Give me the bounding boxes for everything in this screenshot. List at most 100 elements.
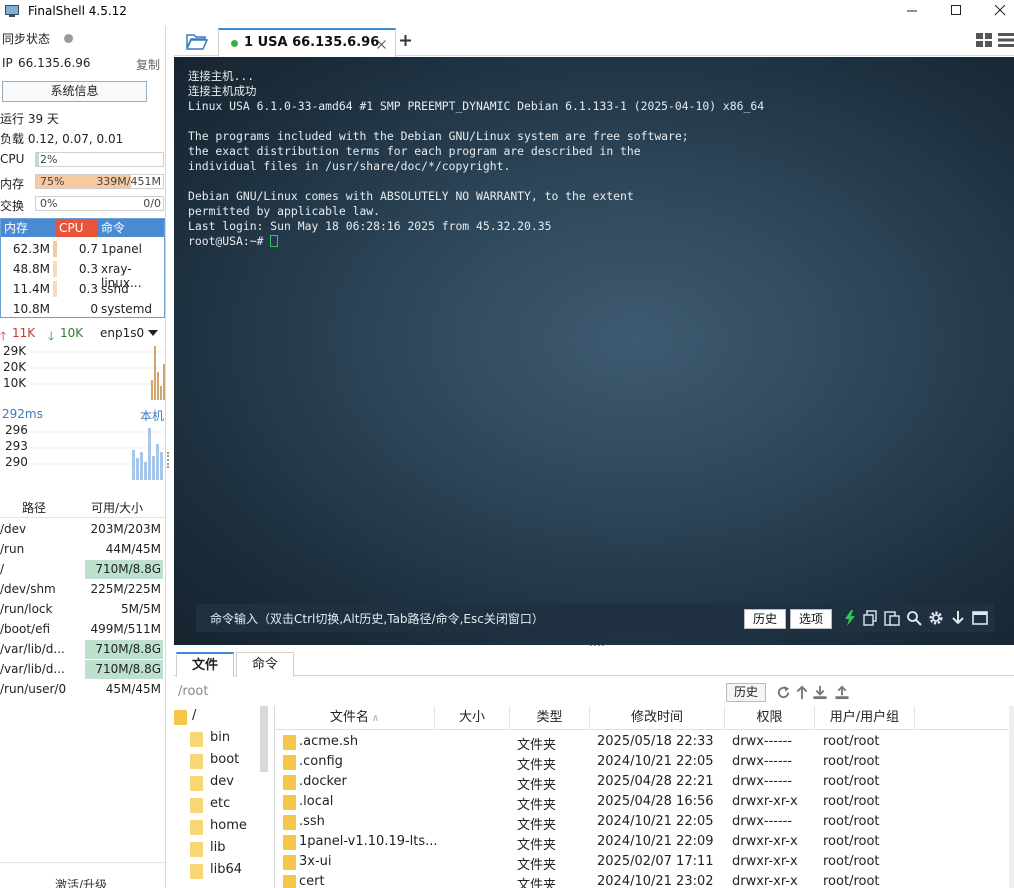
process-cmd-header[interactable]: 命令: [98, 219, 164, 237]
terminal-line: 连接主机...: [188, 69, 255, 83]
path-history-button[interactable]: 历史: [726, 683, 766, 702]
terminal-line: Linux USA 6.1.0-33-amd64 #1 SMP PREEMPT_…: [188, 99, 765, 113]
tree-item[interactable]: dev: [190, 774, 264, 794]
process-row[interactable]: 11.4M 0.3 sshd: [1, 279, 164, 299]
list-view-icon[interactable]: [998, 33, 1014, 47]
options-button[interactable]: 选项: [790, 609, 832, 629]
disk-row[interactable]: /var/lib/d... 710M/8.8G: [0, 640, 165, 660]
disk-row[interactable]: /run 44M/45M: [0, 540, 165, 560]
disk-row[interactable]: /dev/shm 225M/225M: [0, 580, 165, 600]
tree-item[interactable]: /: [174, 708, 264, 728]
column-filename[interactable]: 文件名 ∧: [275, 706, 435, 730]
tree-scrollbar[interactable]: [260, 706, 268, 772]
process-mem: 11.4M: [12, 282, 50, 296]
tab-commands[interactable]: 命令: [236, 652, 294, 677]
process-cpu: 0.3: [78, 282, 98, 296]
file-type: 文件夹: [517, 738, 557, 753]
file-type: 文件夹: [517, 878, 557, 888]
process-row[interactable]: 10.8M 0 systemd: [1, 299, 164, 319]
add-tab-icon[interactable]: [400, 35, 411, 46]
column-type[interactable]: 类型: [510, 706, 590, 730]
file-type: 文件夹: [517, 798, 557, 813]
parent-dir-icon[interactable]: [796, 685, 808, 700]
disk-size: 710M/8.8G: [85, 640, 163, 659]
file-row[interactable]: cert 文件夹 2024/10/21 23:02 drwxr-xr-x roo…: [275, 872, 915, 888]
lightning-icon[interactable]: [842, 610, 858, 626]
tree-item[interactable]: lib64: [190, 862, 264, 882]
latency-tick: 293: [5, 439, 28, 453]
file-row[interactable]: .config 文件夹 2024/10/21 22:05 drwx------ …: [275, 752, 915, 773]
copy-ip-link[interactable]: 复制: [136, 56, 160, 73]
disk-row[interactable]: /dev 203M/203M: [0, 520, 165, 540]
process-row[interactable]: 48.8M 0.3 xray-linux...: [1, 259, 164, 290]
mem-usage-value: 339M/451M: [96, 175, 161, 188]
file-row[interactable]: .docker 文件夹 2025/04/28 22:21 drwx------ …: [275, 772, 915, 793]
tree-item[interactable]: boot: [190, 752, 264, 772]
column-modified[interactable]: 修改时间: [590, 706, 725, 730]
maximize-button[interactable]: [934, 0, 978, 20]
folder-icon: [174, 710, 187, 725]
tree-item[interactable]: bin: [190, 730, 264, 750]
upload-icon[interactable]: [834, 685, 850, 700]
disk-path: /boot/efi: [0, 622, 51, 636]
disk-size: 225M/225M: [90, 582, 161, 596]
file-row[interactable]: .acme.sh 文件夹 2025/05/18 22:33 drwx------…: [275, 732, 915, 753]
terminal-panel[interactable]: 连接主机... 连接主机成功 Linux USA 6.1.0-33-amd64 #1…: [174, 57, 1014, 645]
grid-view-icon[interactable]: [976, 33, 992, 47]
tree-item[interactable]: home: [190, 818, 264, 838]
disk-row[interactable]: /boot/efi 499M/511M: [0, 620, 165, 640]
download-icon[interactable]: [812, 685, 828, 700]
command-input-bar[interactable]: 命令输入（双击Ctrl切换,Alt历史,Tab路径/命令,Esc关闭窗口） 历史…: [196, 604, 994, 632]
disk-row[interactable]: /run/lock 5M/5M: [0, 600, 165, 620]
history-button[interactable]: 历史: [744, 609, 786, 629]
disk-row[interactable]: /run/user/0 45M/45M: [0, 680, 165, 700]
window-icon[interactable]: [972, 610, 988, 626]
refresh-icon[interactable]: [776, 685, 791, 700]
disk-row[interactable]: / 710M/8.8G: [0, 560, 165, 580]
network-interface-select[interactable]: enp1s0: [100, 326, 144, 340]
process-cpu-bar: [53, 281, 57, 297]
minimize-button[interactable]: [890, 0, 934, 20]
system-info-button[interactable]: 系统信息: [2, 81, 147, 102]
splitter-handle[interactable]: [167, 452, 169, 468]
column-permission[interactable]: 权限: [725, 706, 815, 730]
file-name: .docker: [299, 774, 347, 789]
paste-icon[interactable]: [884, 610, 900, 626]
copy-icon[interactable]: [862, 610, 878, 626]
file-owner: root/root: [823, 834, 880, 849]
process-mem-header[interactable]: 内存: [1, 219, 56, 237]
chevron-down-icon[interactable]: [148, 330, 158, 338]
arrow-down-icon[interactable]: [950, 610, 966, 626]
column-size[interactable]: 大小: [435, 706, 510, 730]
file-row[interactable]: 3x-ui 文件夹 2025/02/07 17:11 drwxr-xr-x ro…: [275, 852, 915, 873]
disk-size-header[interactable]: 可用/大小: [91, 499, 143, 516]
tree-item-label: boot: [210, 752, 240, 767]
activate-upgrade-link[interactable]: 激活/升级: [55, 876, 107, 888]
file-owner: root/root: [823, 754, 880, 769]
tree-item[interactable]: etc: [190, 796, 264, 816]
tab-files[interactable]: 文件: [176, 652, 234, 677]
close-tab-icon[interactable]: [377, 40, 386, 49]
folder-icon: [190, 732, 203, 747]
process-cpu-header[interactable]: CPU: [56, 219, 98, 237]
swap-label: 交换: [0, 199, 25, 213]
folder-open-icon[interactable]: [186, 33, 208, 50]
file-list-scrollbar[interactable]: [1009, 706, 1014, 888]
tree-item[interactable]: lib: [190, 840, 264, 860]
search-icon[interactable]: [906, 610, 922, 626]
close-button[interactable]: [978, 0, 1014, 20]
column-owner[interactable]: 用户/用户组: [815, 706, 915, 730]
command-input-hint[interactable]: 命令输入（双击Ctrl切换,Alt历史,Tab路径/命令,Esc关闭窗口）: [210, 610, 544, 627]
gear-icon[interactable]: [928, 610, 944, 626]
file-row[interactable]: 1panel-v1.10.19-lts... 文件夹 2024/10/21 22…: [275, 832, 915, 853]
uptime-text: 运行 39 天: [0, 112, 59, 126]
path-input[interactable]: /root: [178, 684, 208, 699]
disk-path-header[interactable]: 路径: [22, 499, 46, 516]
file-row[interactable]: .local 文件夹 2025/04/28 16:56 drwxr-xr-x r…: [275, 792, 915, 813]
file-row[interactable]: .ssh 文件夹 2024/10/21 22:05 drwx------ roo…: [275, 812, 915, 833]
disk-row[interactable]: /var/lib/d... 710M/8.8G: [0, 660, 165, 680]
file-type: 文件夹: [517, 778, 557, 793]
file-type: 文件夹: [517, 858, 557, 873]
process-row[interactable]: 62.3M 0.7 1panel: [1, 239, 164, 259]
session-tab[interactable]: 1 USA 66.135.6.96: [218, 28, 396, 57]
